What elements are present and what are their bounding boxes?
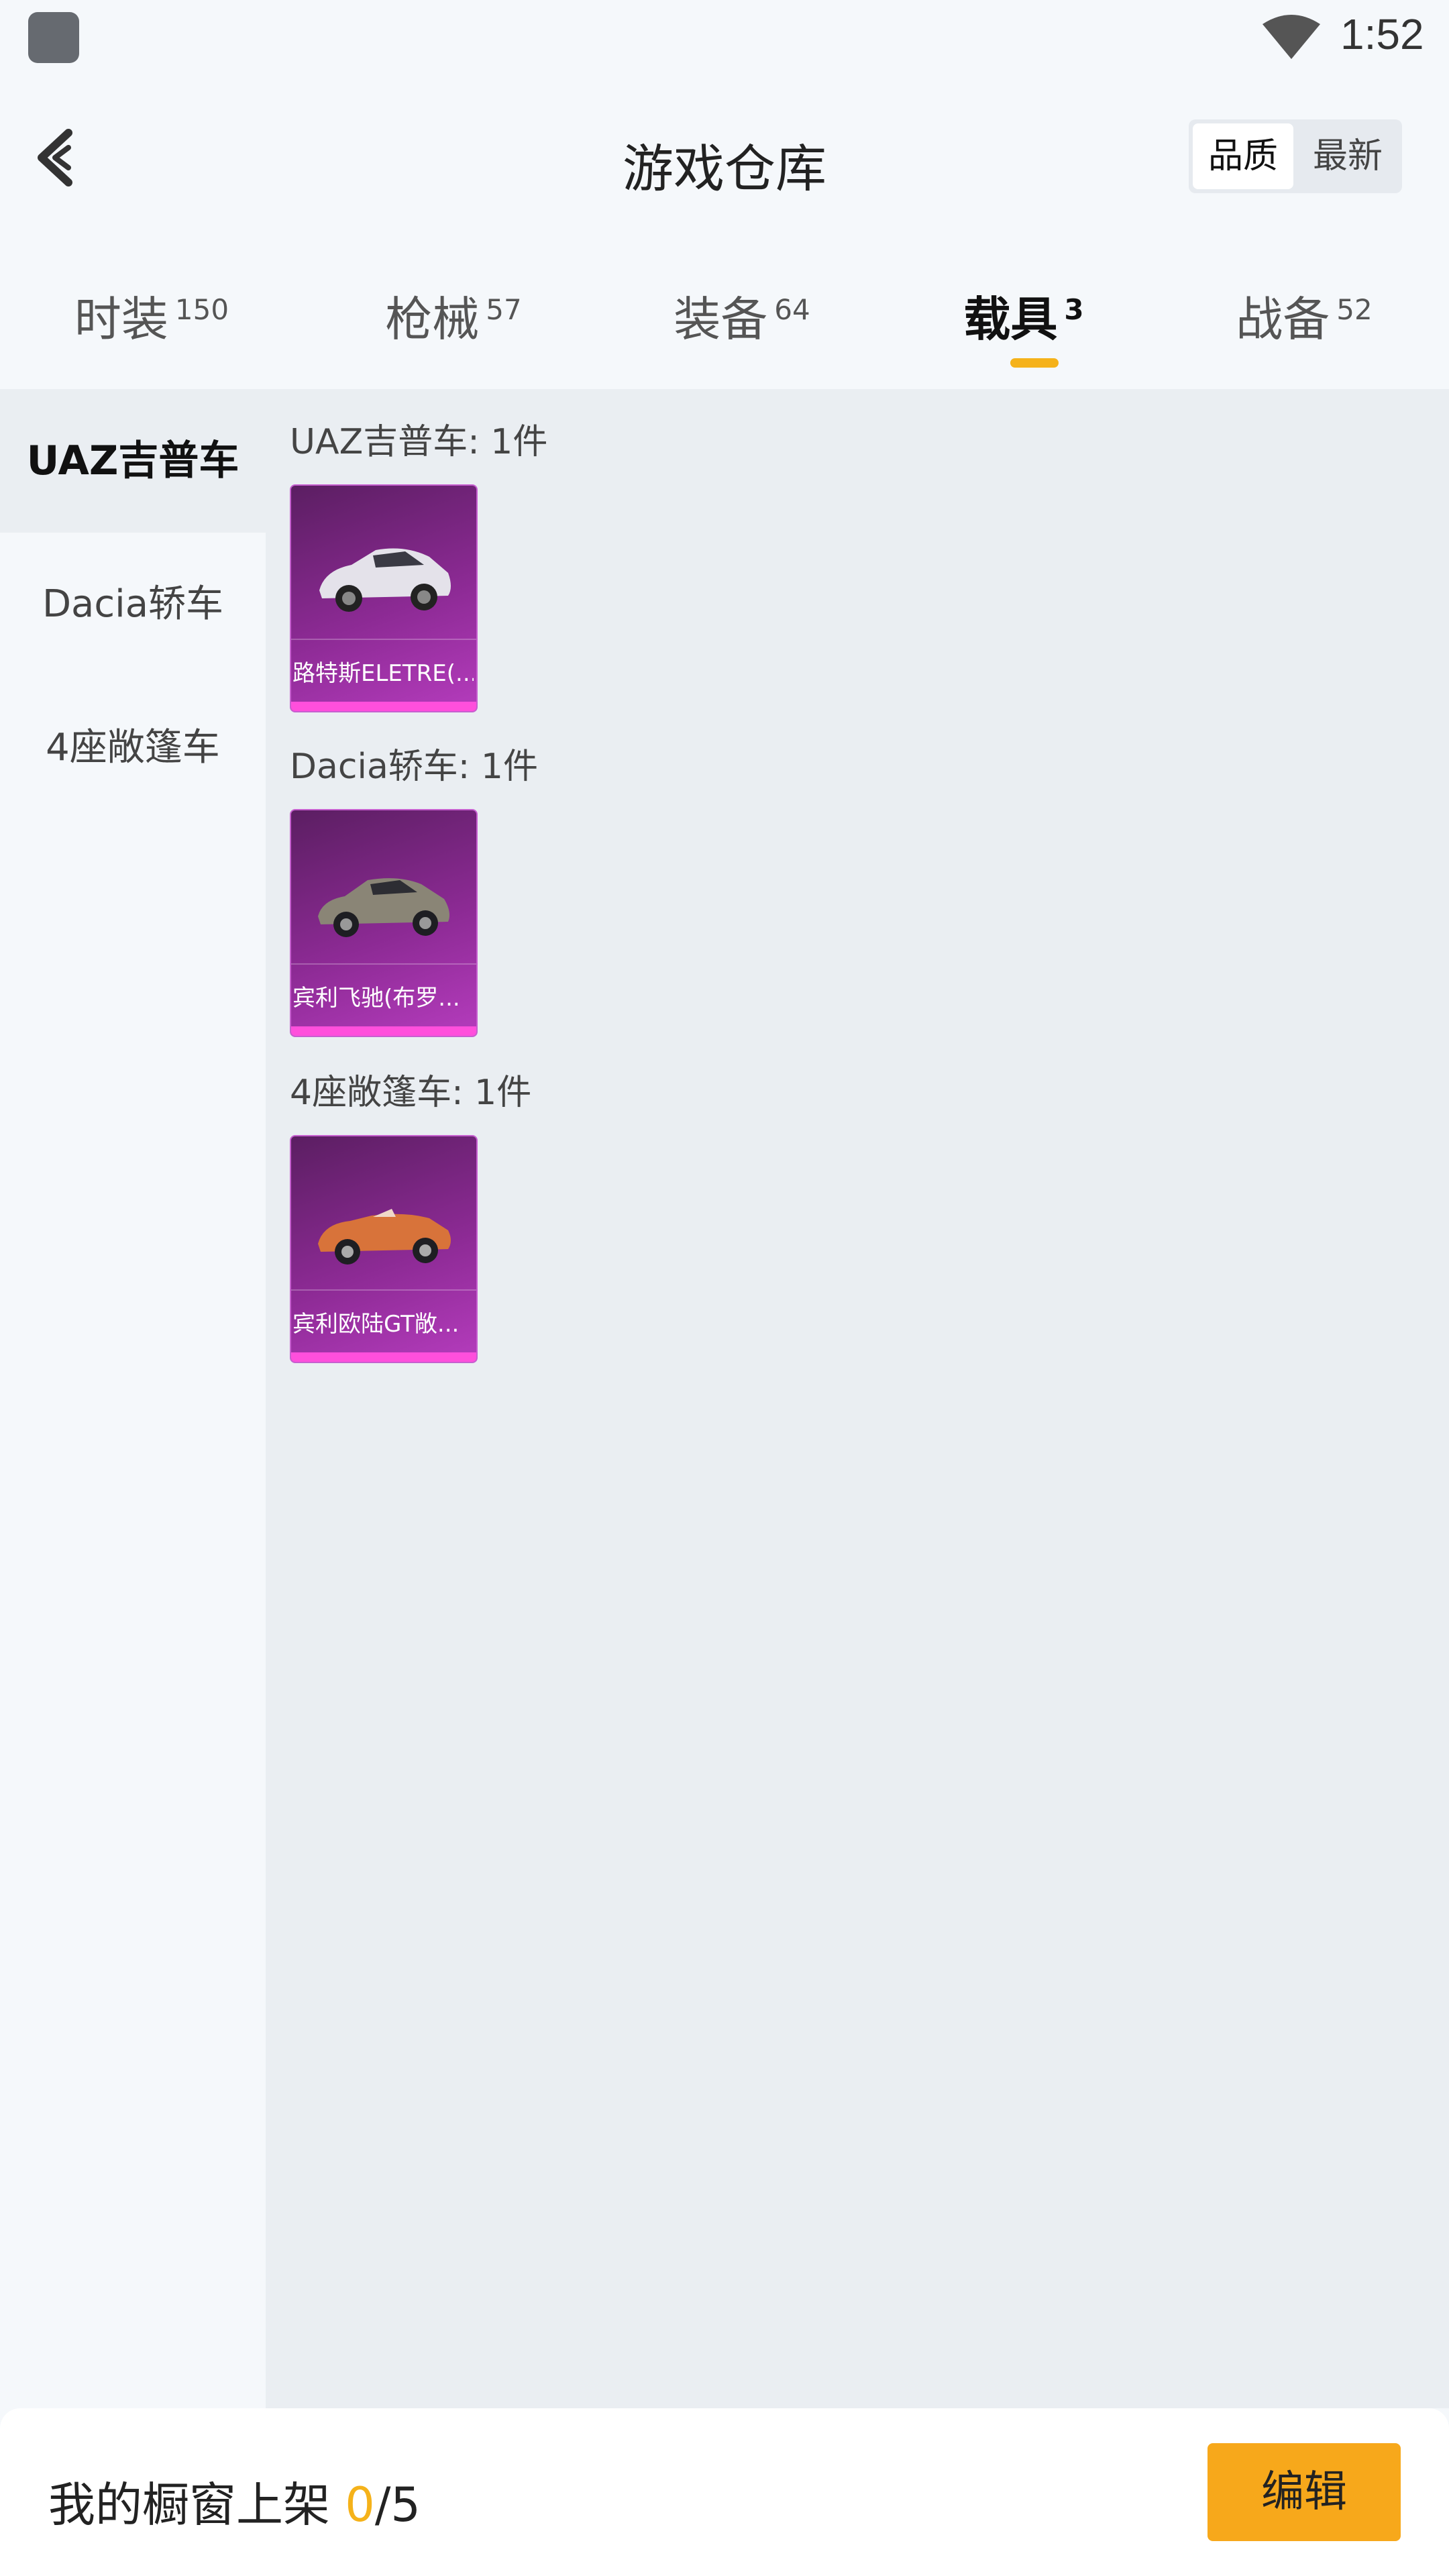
tab-count: 3 (1064, 292, 1084, 326)
tab-count: 57 (486, 292, 522, 326)
category-tabs: 时装 150 枪械 57 装备 64 载具 3 战备 52 (0, 268, 1449, 382)
edit-button[interactable]: 编辑 (1208, 2443, 1401, 2541)
rarity-bar (291, 1352, 476, 1362)
tab-guns[interactable]: 枪械 57 (309, 282, 598, 350)
tab-supplies[interactable]: 战备 52 (1159, 282, 1449, 350)
wifi-icon (1263, 15, 1320, 59)
tab-label: 战备 (1236, 292, 1330, 347)
suv-image (319, 548, 451, 612)
tab-count: 52 (1336, 292, 1373, 326)
active-tab-indicator (1010, 358, 1059, 368)
item-card[interactable]: 路特斯ELETRE(... (290, 484, 478, 712)
chevron-left-icon (38, 129, 72, 186)
status-bar: 1:52 (0, 0, 1449, 74)
group-title: UAZ吉普车: 1件 (290, 422, 548, 462)
rarity-bar (291, 702, 476, 711)
item-name: 路特斯ELETRE(... (292, 660, 474, 687)
sidebar-item-dacia[interactable]: Dacia轿车 (0, 533, 266, 676)
group-title: Dacia轿车: 1件 (290, 747, 538, 787)
showcase-total: /5 (374, 2477, 421, 2532)
showcase-footer: 我的橱窗上架 0/5 编辑 (0, 2408, 1449, 2576)
card-name-strip: 路特斯ELETRE(... (291, 639, 476, 700)
convertible-image (318, 1209, 451, 1265)
sidebar-item-uaz[interactable]: UAZ吉普车 (0, 389, 266, 533)
card-name-strip: 宾利欧陆GT敞... (291, 1289, 476, 1351)
tab-label: 装备 (674, 292, 768, 347)
group-title: 4座敞篷车: 1件 (290, 1073, 532, 1113)
card-name-strip: 宾利飞驰(布罗... (291, 963, 476, 1025)
tab-count: 64 (774, 292, 810, 326)
item-list: UAZ吉普车: 1件 路特斯ELETRE(... Dacia轿车: 1件 宾利飞… (266, 389, 1449, 2408)
tab-label: 时装 (74, 292, 168, 347)
vehicle-type-sidebar: UAZ吉普车 Dacia轿车 4座敞篷车 (0, 389, 266, 2408)
sort-newest-button[interactable]: 最新 (1297, 123, 1398, 189)
status-time: 1:52 (1340, 10, 1424, 58)
tab-label: 枪械 (385, 292, 480, 347)
item-name: 宾利飞驰(布罗... (292, 985, 460, 1012)
tab-label: 载具 (963, 292, 1058, 347)
item-card[interactable]: 宾利欧陆GT敞... (290, 1135, 478, 1363)
tab-vehicles[interactable]: 载具 3 (879, 282, 1169, 350)
item-card[interactable]: 宾利飞驰(布罗... (290, 809, 478, 1037)
rarity-bar (291, 1026, 476, 1036)
app-notification-icon (28, 12, 79, 63)
showcase-label: 我的橱窗上架 (48, 2477, 345, 2532)
sort-toggle: 品质 最新 (1189, 119, 1402, 193)
tab-fashion[interactable]: 时装 150 (7, 282, 297, 350)
sort-quality-button[interactable]: 品质 (1193, 123, 1293, 189)
sedan-image (318, 878, 449, 937)
back-button[interactable] (27, 121, 94, 195)
item-name: 宾利欧陆GT敞... (292, 1311, 460, 1338)
tab-equipment[interactable]: 装备 64 (597, 282, 887, 350)
sidebar-item-convertible[interactable]: 4座敞篷车 (0, 676, 266, 820)
showcase-current: 0 (345, 2477, 375, 2532)
showcase-count: 我的橱窗上架 0/5 (48, 2467, 421, 2535)
tab-count: 150 (174, 292, 229, 326)
